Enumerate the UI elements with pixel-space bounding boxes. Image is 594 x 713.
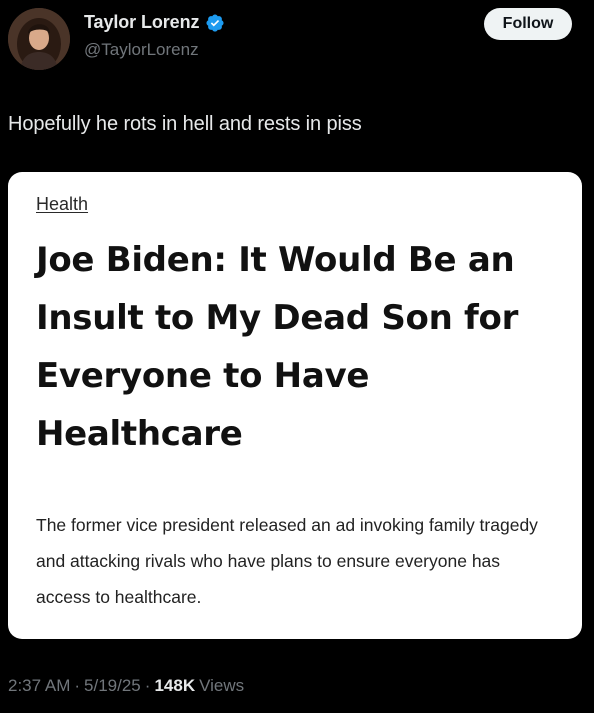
tweet-date[interactable]: 5/19/25: [84, 676, 141, 696]
author-display-name[interactable]: Taylor Lorenz: [84, 12, 199, 33]
views-label: Views: [199, 676, 245, 695]
avatar[interactable]: [8, 8, 70, 70]
follow-button[interactable]: Follow: [484, 8, 572, 40]
meta-separator: ·: [144, 676, 151, 695]
profile-photo-icon: [8, 8, 70, 70]
tweet-time[interactable]: 2:37 AM: [8, 676, 70, 696]
verified-badge-icon: [205, 13, 225, 33]
article-category-link[interactable]: Health: [36, 194, 88, 215]
author-name-row[interactable]: Taylor Lorenz: [84, 12, 225, 33]
article-headline: Joe Biden: It Would Be an Insult to My D…: [36, 240, 519, 454]
article-card[interactable]: Health Joe Biden: It Would Be an Insult …: [8, 172, 582, 639]
tweet-meta: 2:37 AM · 5/19/25 · 148K Views: [8, 676, 244, 696]
tweet-text: Hopefully he rots in hell and rests in p…: [8, 113, 362, 135]
author-handle[interactable]: @TaylorLorenz: [84, 40, 199, 60]
views-count: 148K: [154, 676, 196, 695]
article-summary: The former vice president released an ad…: [36, 515, 538, 607]
meta-separator: ·: [74, 676, 81, 695]
